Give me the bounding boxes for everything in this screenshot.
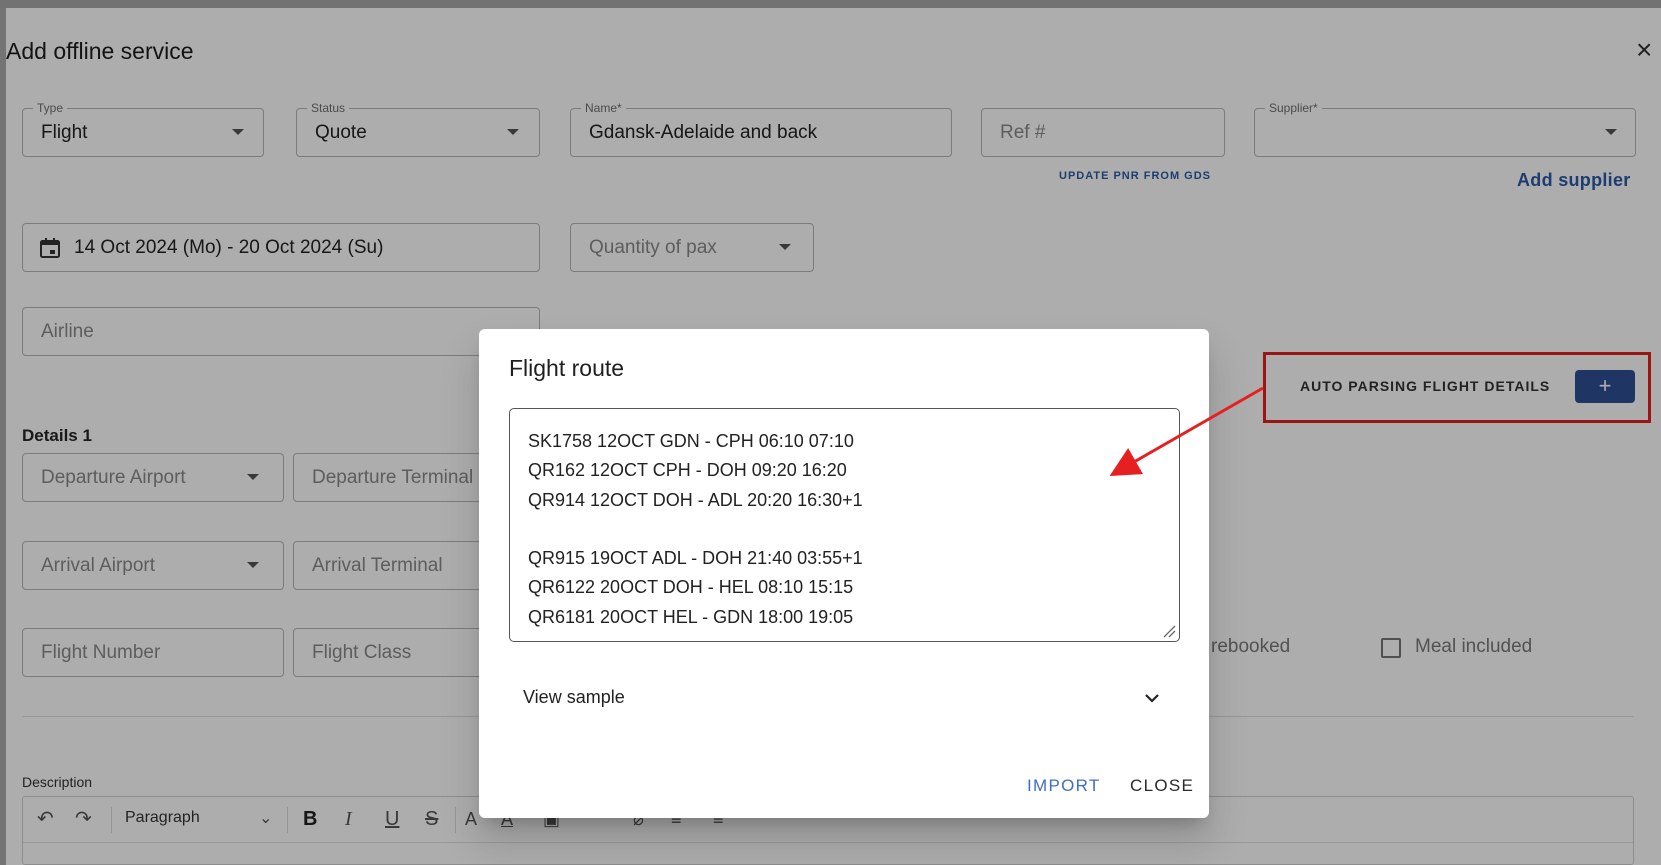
view-sample-toggle[interactable]: View sample xyxy=(523,687,625,708)
dialog-title: Flight route xyxy=(509,355,625,381)
chevron-down-icon[interactable] xyxy=(1143,691,1161,705)
flight-route-dialog: Flight route SK1758 12OCT GDN - CPH 06:1… xyxy=(479,329,1209,818)
import-button[interactable]: IMPORT xyxy=(1027,776,1101,796)
flight-route-textarea[interactable]: SK1758 12OCT GDN - CPH 06:10 07:10 QR162… xyxy=(509,408,1180,642)
close-button[interactable]: CLOSE xyxy=(1130,776,1194,796)
resize-grip-icon[interactable] xyxy=(1162,624,1176,638)
